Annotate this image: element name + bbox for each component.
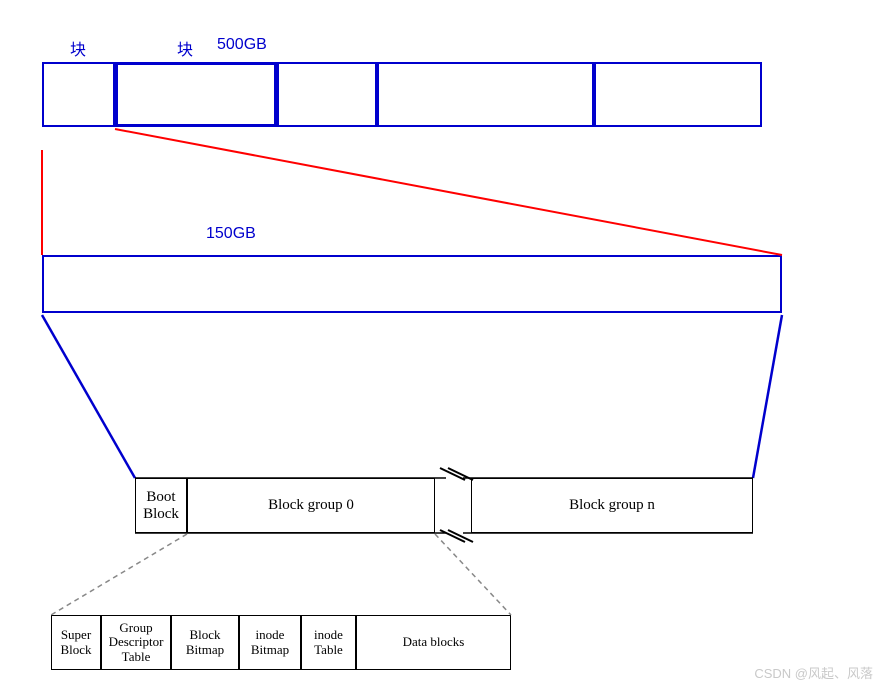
label-size-mid: 150GB [206, 225, 256, 243]
disk-cell-0 [42, 62, 115, 127]
group-descriptor-table: GroupDescriptorTable [101, 615, 171, 670]
label-kuai-2: 块 [177, 36, 193, 60]
watermark: CSDN @风起、风落 [754, 663, 873, 682]
disk-cell-2 [277, 62, 377, 127]
label-size-top: 500GB [217, 36, 267, 54]
inode-bitmap: inodeBitmap [239, 615, 301, 670]
data-blocks: Data blocks [356, 615, 511, 670]
block-group-n: Block group n [471, 478, 753, 533]
block-bitmap: BlockBitmap [171, 615, 239, 670]
disk-cell-1 [115, 62, 277, 127]
boot-block: BootBlock [135, 478, 187, 533]
disk-row [42, 62, 762, 127]
block-group-row: BootBlock Block group 0 Block group n [135, 478, 753, 533]
disk-cell-3 [377, 62, 594, 127]
disk-cell-4 [594, 62, 762, 127]
partition-box [42, 255, 782, 313]
block-detail-row: SuperBlock GroupDescriptorTable BlockBit… [51, 615, 511, 670]
gap-cell [435, 478, 471, 533]
inode-table: inodeTable [301, 615, 356, 670]
label-kuai-1: 块 [70, 36, 86, 60]
block-group-0: Block group 0 [187, 478, 435, 533]
super-block: SuperBlock [51, 615, 101, 670]
